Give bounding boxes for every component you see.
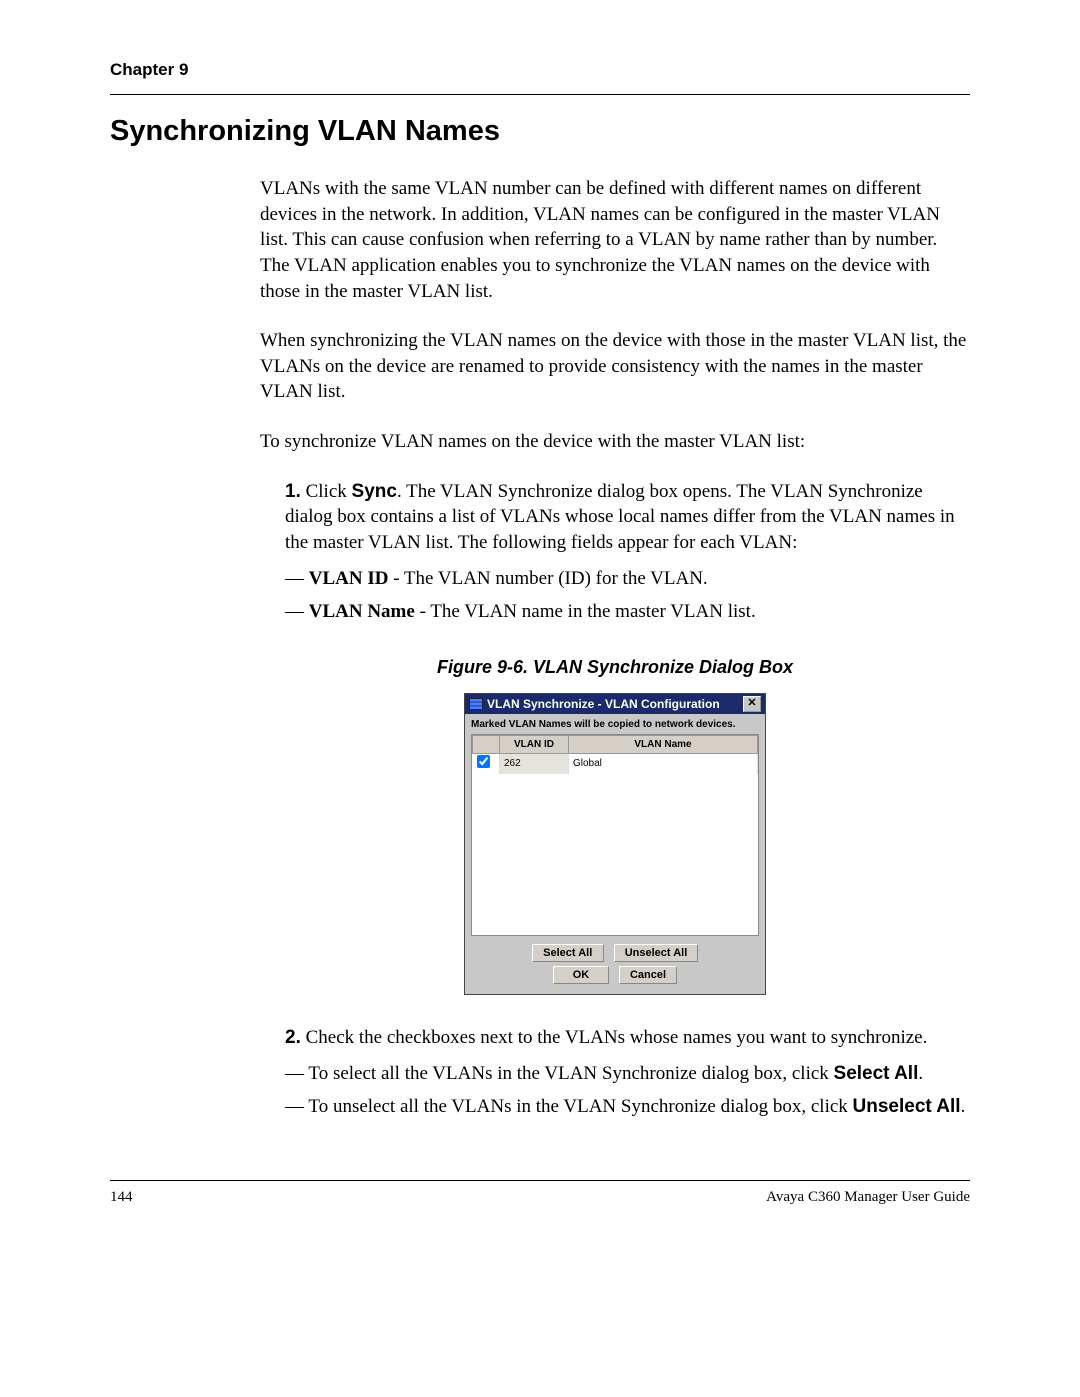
page-number: 144 (110, 1189, 133, 1206)
step-2: 2. Check the checkboxes next to the VLAN… (285, 1025, 970, 1051)
paragraph-3: To synchronize VLAN names on the device … (260, 429, 970, 455)
row-checkbox[interactable] (477, 755, 490, 768)
step-1: 1. Click Sync. The VLAN Synchronize dial… (285, 479, 970, 556)
step-2-sub-1: — To select all the VLANs in the VLAN Sy… (285, 1061, 970, 1087)
vlan-id-label: VLAN ID (309, 568, 389, 589)
step-2-number: 2. (285, 1027, 301, 1048)
paragraph-1: VLANs with the same VLAN number can be d… (260, 176, 970, 304)
vlan-synchronize-dialog: VLAN Synchronize - VLAN Configuration ✕ … (464, 693, 766, 995)
table-row: 262 Global (473, 754, 758, 774)
dialog-message: Marked VLAN Names will be copied to netw… (465, 714, 765, 734)
vlan-name-desc: - The VLAN name in the master VLAN list. (415, 601, 756, 622)
select-all-desc-post: . (918, 1063, 923, 1084)
row-vlan-name: Global (569, 754, 758, 774)
col-vlan-id: VLAN ID (500, 735, 569, 754)
header-rule (110, 94, 970, 95)
chapter-header: Chapter 9 (110, 60, 970, 80)
vlan-name-label: VLAN Name (309, 601, 415, 622)
step-1-sub-2: — VLAN Name - The VLAN name in the maste… (285, 599, 970, 625)
section-title: Synchronizing VLAN Names (110, 115, 970, 148)
sync-button-label: Sync (352, 481, 397, 502)
dialog-titlebar: VLAN Synchronize - VLAN Configuration ✕ (465, 694, 765, 714)
dash-icon: — (285, 601, 309, 622)
ok-button[interactable]: OK (553, 966, 609, 984)
step-1-pre: Click (301, 481, 352, 502)
select-all-desc-pre: To select all the VLANs in the VLAN Sync… (308, 1063, 833, 1084)
guide-name: Avaya C360 Manager User Guide (766, 1189, 970, 1206)
unselect-all-button[interactable]: Unselect All (614, 944, 699, 962)
step-1-sub-1: — VLAN ID - The VLAN number (ID) for the… (285, 566, 970, 592)
dash-icon: — (285, 568, 309, 589)
dash-icon: — (285, 1063, 308, 1084)
step-2-text: Check the checkboxes next to the VLANs w… (301, 1027, 928, 1048)
page-footer: 144 Avaya C360 Manager User Guide (110, 1180, 970, 1206)
app-icon (469, 698, 483, 710)
figure-caption: Figure 9-6. VLAN Synchronize Dialog Box (260, 655, 970, 679)
dialog-figure: VLAN Synchronize - VLAN Configuration ✕ … (260, 693, 970, 995)
step-2-sub-2: — To unselect all the VLANs in the VLAN … (285, 1094, 970, 1120)
select-all-label: Select All (834, 1063, 919, 1084)
row-vlan-id: 262 (500, 754, 569, 774)
dialog-table-container: VLAN ID VLAN Name 262 Global (471, 734, 759, 936)
close-icon[interactable]: ✕ (743, 696, 761, 712)
dash-icon: — (285, 1096, 308, 1117)
col-vlan-name: VLAN Name (569, 735, 758, 754)
page: Chapter 9 Synchronizing VLAN Names VLANs… (0, 0, 1080, 1246)
paragraph-2: When synchronizing the VLAN names on the… (260, 328, 970, 405)
dialog-title: VLAN Synchronize - VLAN Configuration (487, 696, 720, 712)
cancel-button[interactable]: Cancel (619, 966, 677, 984)
unselect-all-desc-pre: To unselect all the VLANs in the VLAN Sy… (308, 1096, 852, 1117)
select-all-button[interactable]: Select All (532, 944, 604, 962)
vlan-table: VLAN ID VLAN Name 262 Global (472, 735, 758, 774)
unselect-all-label: Unselect All (853, 1096, 961, 1117)
unselect-all-desc-post: . (961, 1096, 966, 1117)
col-check (473, 735, 500, 754)
step-1-number: 1. (285, 481, 301, 502)
table-header-row: VLAN ID VLAN Name (473, 735, 758, 754)
body-content: VLANs with the same VLAN number can be d… (260, 176, 970, 1120)
vlan-id-desc: - The VLAN number (ID) for the VLAN. (388, 568, 707, 589)
